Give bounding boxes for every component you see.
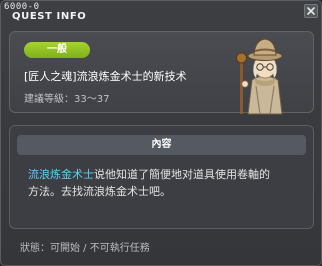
quest-summary-card: 一般 [匠人之魂]流浪炼金术士的新技术 建議等級：33～37 [9, 31, 314, 115]
content-line1: 说他知道了簡便地对道具使用卷軸的 [94, 168, 270, 181]
npc-name-link[interactable]: 流浪炼金术士 [28, 168, 94, 181]
quest-name: [匠人之魂]流浪炼金术士的新技术 [24, 70, 187, 83]
content-header: 內容 [17, 135, 306, 155]
close-icon [307, 7, 315, 15]
quest-level-range: 建議等級：33～37 [24, 94, 110, 105]
window-title: QUEST INFO [12, 11, 87, 22]
quest-category-badge: 一般 [24, 42, 90, 58]
content-line2: 方法。去找流浪炼金术士吧。 [28, 185, 171, 198]
close-button[interactable] [304, 4, 318, 18]
quest-info-window: 6000-0 QUEST INFO 一般 [匠人之魂]流浪炼金术士的新技术 建議… [0, 0, 322, 266]
quest-content-card: 內容 流浪炼金术士说他知道了簡便地对道具使用卷軸的 方法。去找流浪炼金术士吧。 [9, 125, 314, 229]
content-description: 流浪炼金术士说他知道了簡便地对道具使用卷軸的 方法。去找流浪炼金术士吧。 [28, 166, 298, 200]
npc-portrait-icon [236, 38, 283, 115]
quest-status: 狀態：可開始 / 不可執行任務 [20, 243, 150, 254]
